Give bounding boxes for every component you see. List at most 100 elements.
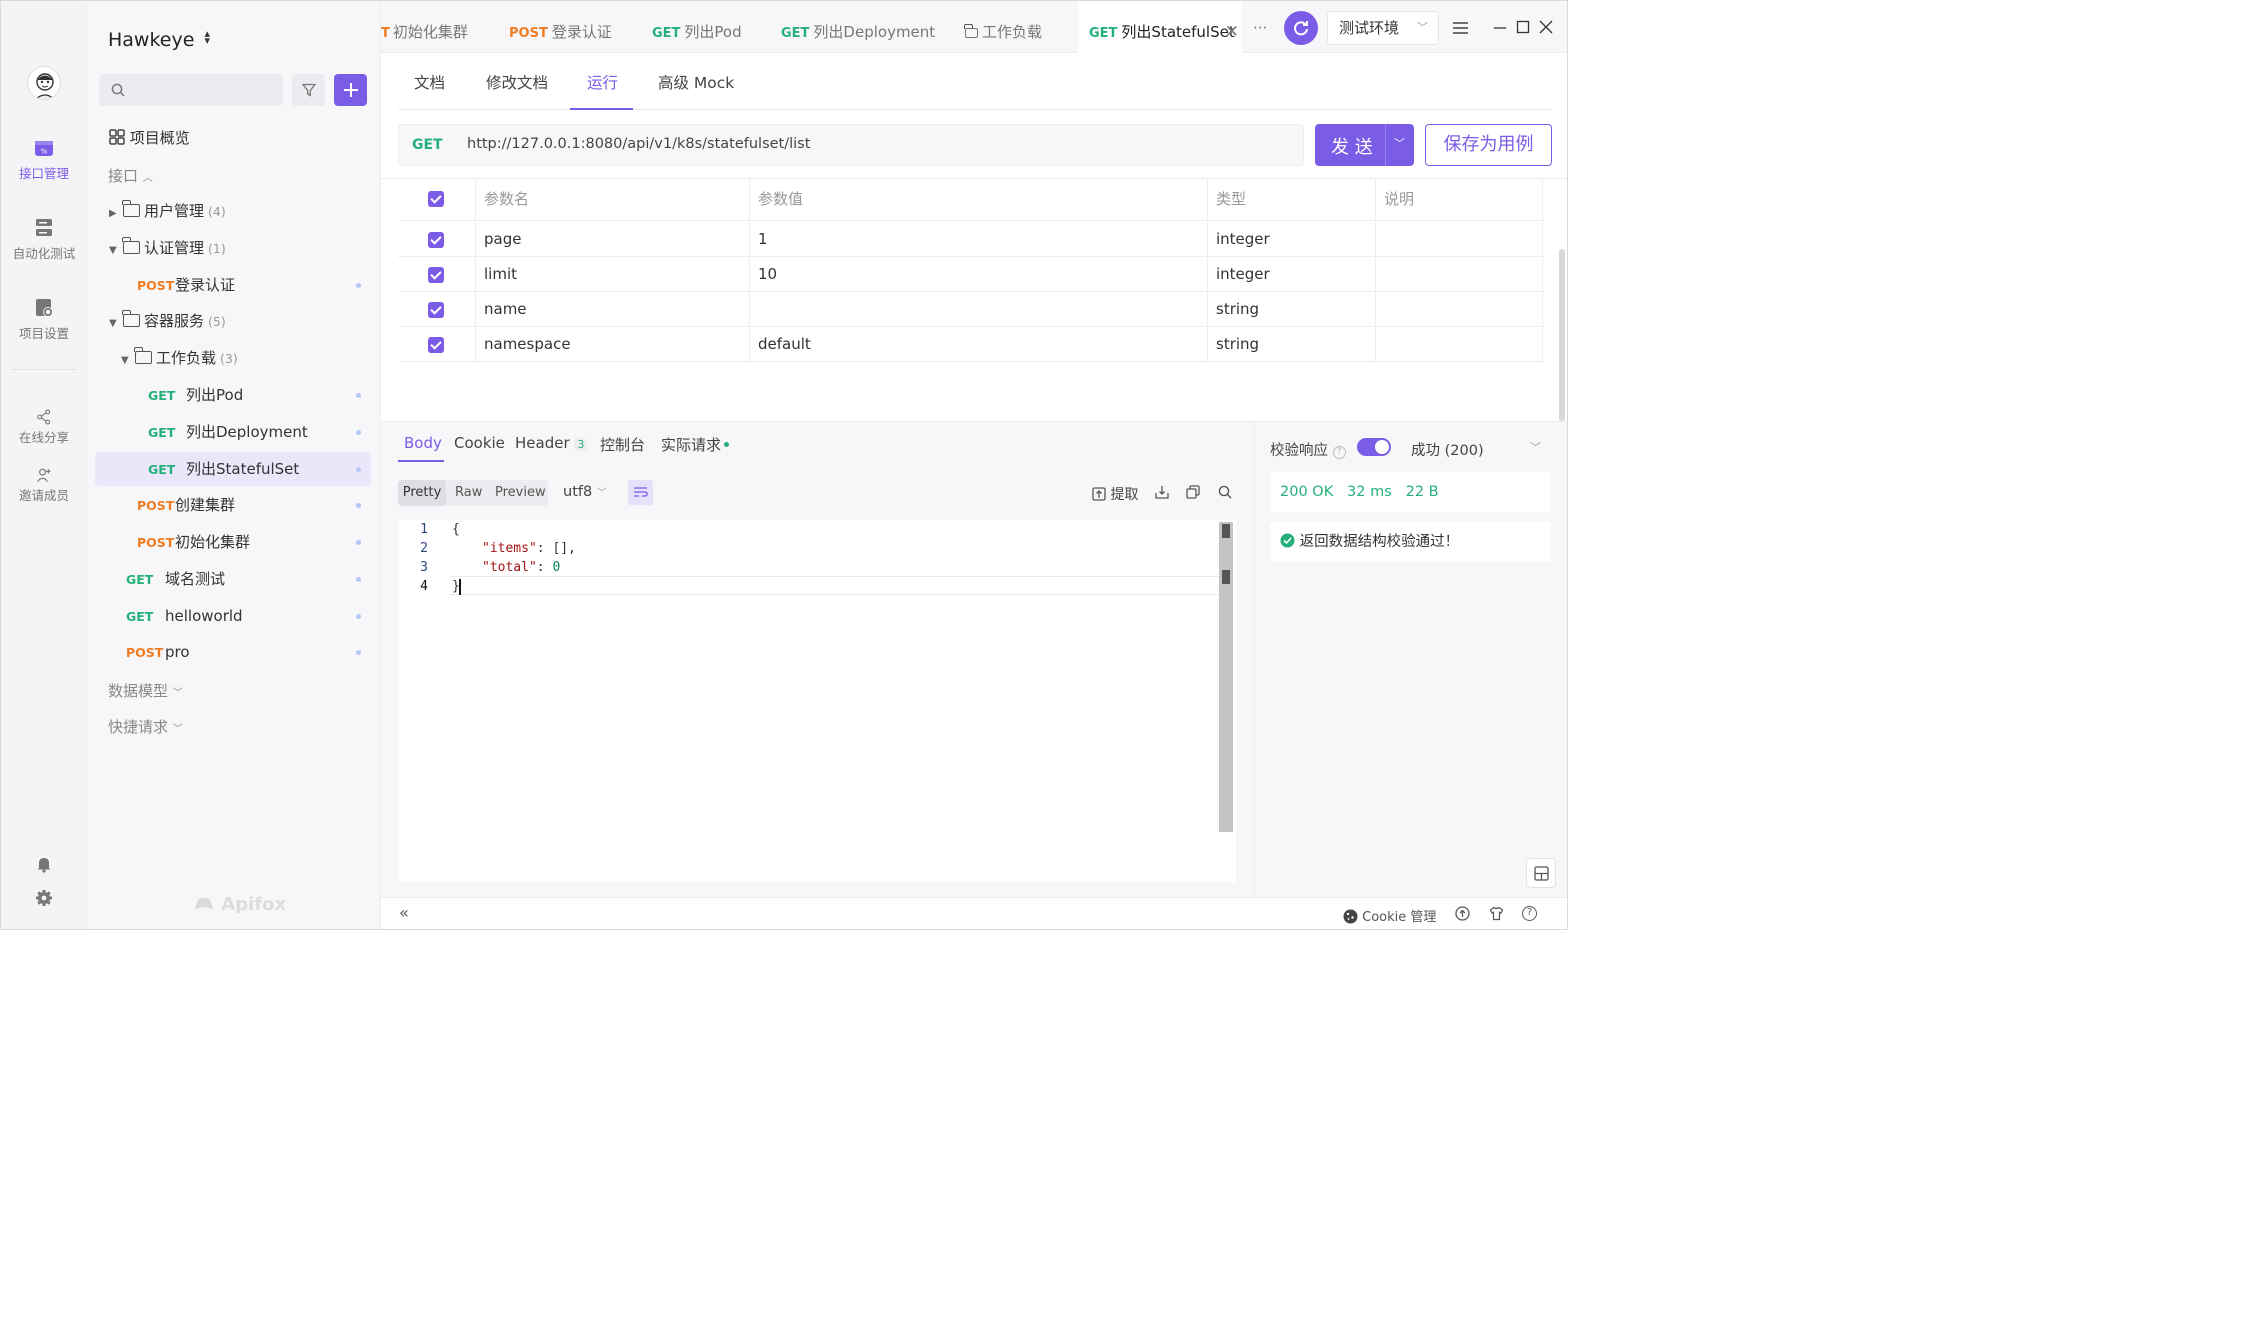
select-all-checkbox[interactable] [428, 191, 444, 207]
param-desc[interactable] [1375, 327, 1543, 362]
sync-button[interactable] [1284, 11, 1318, 45]
url-bar[interactable]: GET http://127.0.0.1:8080/api/v1/k8s/sta… [398, 124, 1304, 166]
rail-item-share[interactable]: 在线分享 [1, 409, 87, 446]
editor-scrollbar[interactable] [1219, 522, 1233, 832]
api-item[interactable]: POST登录认证 [95, 268, 371, 302]
section-quick-requests[interactable]: 快捷请求 ﹀ [108, 716, 183, 737]
tab-workload-folder[interactable]: 工作负载 [964, 1, 1065, 53]
param-value[interactable]: 1 [749, 222, 1207, 257]
status-select[interactable]: 成功 (200) ﹀ [1411, 439, 1541, 460]
api-item[interactable]: POST初始化集群 [95, 525, 371, 559]
resp-tab-console[interactable]: 控制台 [600, 434, 645, 455]
param-value[interactable]: 10 [749, 257, 1207, 292]
minimize-icon[interactable] [1493, 20, 1507, 34]
collapse-sidebar-icon[interactable]: « [399, 903, 409, 922]
maximize-icon[interactable] [1516, 20, 1530, 34]
code-editor[interactable]: 1 2 3 4 { "items": [], "total": 0 } [398, 520, 1236, 882]
cookie-manager-button[interactable]: Cookie 管理 [1343, 906, 1436, 925]
more-tabs-button[interactable]: ··· [1253, 19, 1267, 37]
param-desc[interactable] [1375, 222, 1543, 257]
overview-link[interactable]: 项目概览 [109, 121, 385, 155]
folder-workload[interactable]: ▼ 工作负载 (3) [95, 341, 371, 375]
api-item[interactable]: POST pro [95, 635, 371, 669]
api-item[interactable]: GET 列出Pod [95, 378, 371, 412]
param-name[interactable]: namespace [475, 327, 749, 362]
validate-toggle[interactable] [1357, 438, 1391, 456]
param-type[interactable]: integer [1207, 222, 1375, 257]
layout-toggle-button[interactable] [1526, 858, 1556, 888]
subtab-edit-doc[interactable]: 修改文档 [486, 71, 548, 93]
resp-tab-actual-request[interactable]: 实际请求 [661, 434, 730, 455]
save-as-case-button[interactable]: 保存为用例 [1425, 124, 1552, 166]
section-interfaces[interactable]: 接口 ︿ [108, 165, 153, 186]
help-icon[interactable]: ? [1332, 446, 1346, 459]
resp-tab-body[interactable]: Body [404, 434, 442, 452]
add-button[interactable] [334, 74, 367, 106]
send-button[interactable]: 发 送 ﹀ [1315, 124, 1414, 166]
folder-container[interactable]: ▼ 容器服务 (5) [95, 304, 371, 338]
rail-item-invite[interactable]: 邀请成员 [1, 467, 87, 504]
encoding-select[interactable]: utf8 ﹀ [563, 484, 607, 500]
row-checkbox[interactable] [428, 267, 444, 283]
param-value[interactable] [749, 292, 1207, 327]
params-scrollbar[interactable] [1559, 249, 1565, 421]
download-icon[interactable] [1155, 485, 1169, 499]
api-item[interactable]: GET 列出Deployment [95, 415, 371, 449]
rail-item-settings[interactable]: 项目设置 [1, 297, 87, 342]
view-pretty[interactable]: Pretty [398, 480, 446, 506]
method-select[interactable]: GET [412, 137, 443, 153]
folder-user[interactable]: ▶ 用户管理 (4) [95, 194, 371, 228]
row-checkbox[interactable] [428, 337, 444, 353]
tab-login[interactable]: POST 登录认证 [509, 1, 634, 53]
row-checkbox[interactable] [428, 302, 444, 318]
environment-select[interactable]: 测试环境 ﹀ [1327, 11, 1439, 45]
bell-icon[interactable] [35, 855, 53, 873]
tab-list-statefulset[interactable]: GET 列出StatefulSet ✕ [1078, 1, 1242, 53]
param-type[interactable]: integer [1207, 257, 1375, 292]
close-icon[interactable]: ✕ [1225, 1, 1239, 63]
view-preview[interactable]: Preview [495, 480, 546, 506]
folder-auth[interactable]: ▼ 认证管理 (1) [95, 231, 371, 265]
api-item[interactable]: GET 域名测试 [95, 562, 371, 596]
menu-icon[interactable] [1453, 22, 1468, 34]
param-type[interactable]: string [1207, 327, 1375, 362]
view-raw[interactable]: Raw [455, 480, 482, 506]
window-close-icon[interactable] [1539, 20, 1553, 34]
section-data-models[interactable]: 数据模型 ﹀ [108, 680, 183, 701]
filter-button[interactable] [292, 74, 325, 106]
avatar[interactable] [27, 66, 61, 100]
subtab-doc[interactable]: 文档 [414, 71, 445, 93]
param-type[interactable]: string [1207, 292, 1375, 327]
wrap-button[interactable] [628, 480, 653, 505]
api-item-selected[interactable]: GET 列出StatefulSet [95, 452, 371, 486]
rail-item-api[interactable]: % 接口管理 [1, 137, 87, 182]
extract-button[interactable]: 提取 [1092, 484, 1138, 504]
tab-list-pod[interactable]: GET 列出Pod [652, 1, 762, 53]
gear-icon[interactable] [35, 889, 53, 907]
resp-tab-header[interactable]: Header 3 [515, 434, 588, 452]
param-desc[interactable] [1375, 257, 1543, 292]
tab-list-deployment[interactable]: GET 列出Deployment [781, 1, 941, 53]
subtab-mock[interactable]: 高级 Mock [658, 71, 734, 93]
copy-icon[interactable] [1186, 485, 1200, 499]
param-name[interactable]: limit [475, 257, 749, 292]
help-icon[interactable]: ? [1522, 906, 1537, 921]
rail-item-automation[interactable]: 自动化测试 [1, 217, 87, 262]
api-item[interactable]: GET helloworld [95, 599, 371, 633]
tab-init-cluster[interactable]: T 初始化集群 [381, 1, 496, 53]
upload-icon[interactable] [1455, 906, 1470, 921]
api-item[interactable]: POST创建集群 [95, 488, 371, 522]
resp-tab-cookie[interactable]: Cookie [454, 434, 505, 452]
param-name[interactable]: name [475, 292, 749, 327]
project-switcher[interactable]: Hawkeye ▴ ▾ [108, 28, 210, 51]
row-checkbox[interactable] [428, 232, 444, 248]
search-icon[interactable] [1218, 485, 1232, 499]
url-input[interactable]: http://127.0.0.1:8080/api/v1/k8s/statefu… [467, 136, 810, 152]
search-input[interactable] [99, 74, 283, 106]
subtab-run[interactable]: 运行 [587, 71, 618, 93]
param-desc[interactable] [1375, 292, 1543, 327]
chevron-down-icon[interactable]: ﹀ [1394, 135, 1405, 151]
shirt-icon[interactable] [1489, 906, 1504, 921]
param-name[interactable]: page [475, 222, 749, 257]
param-value[interactable]: default [749, 327, 1207, 362]
